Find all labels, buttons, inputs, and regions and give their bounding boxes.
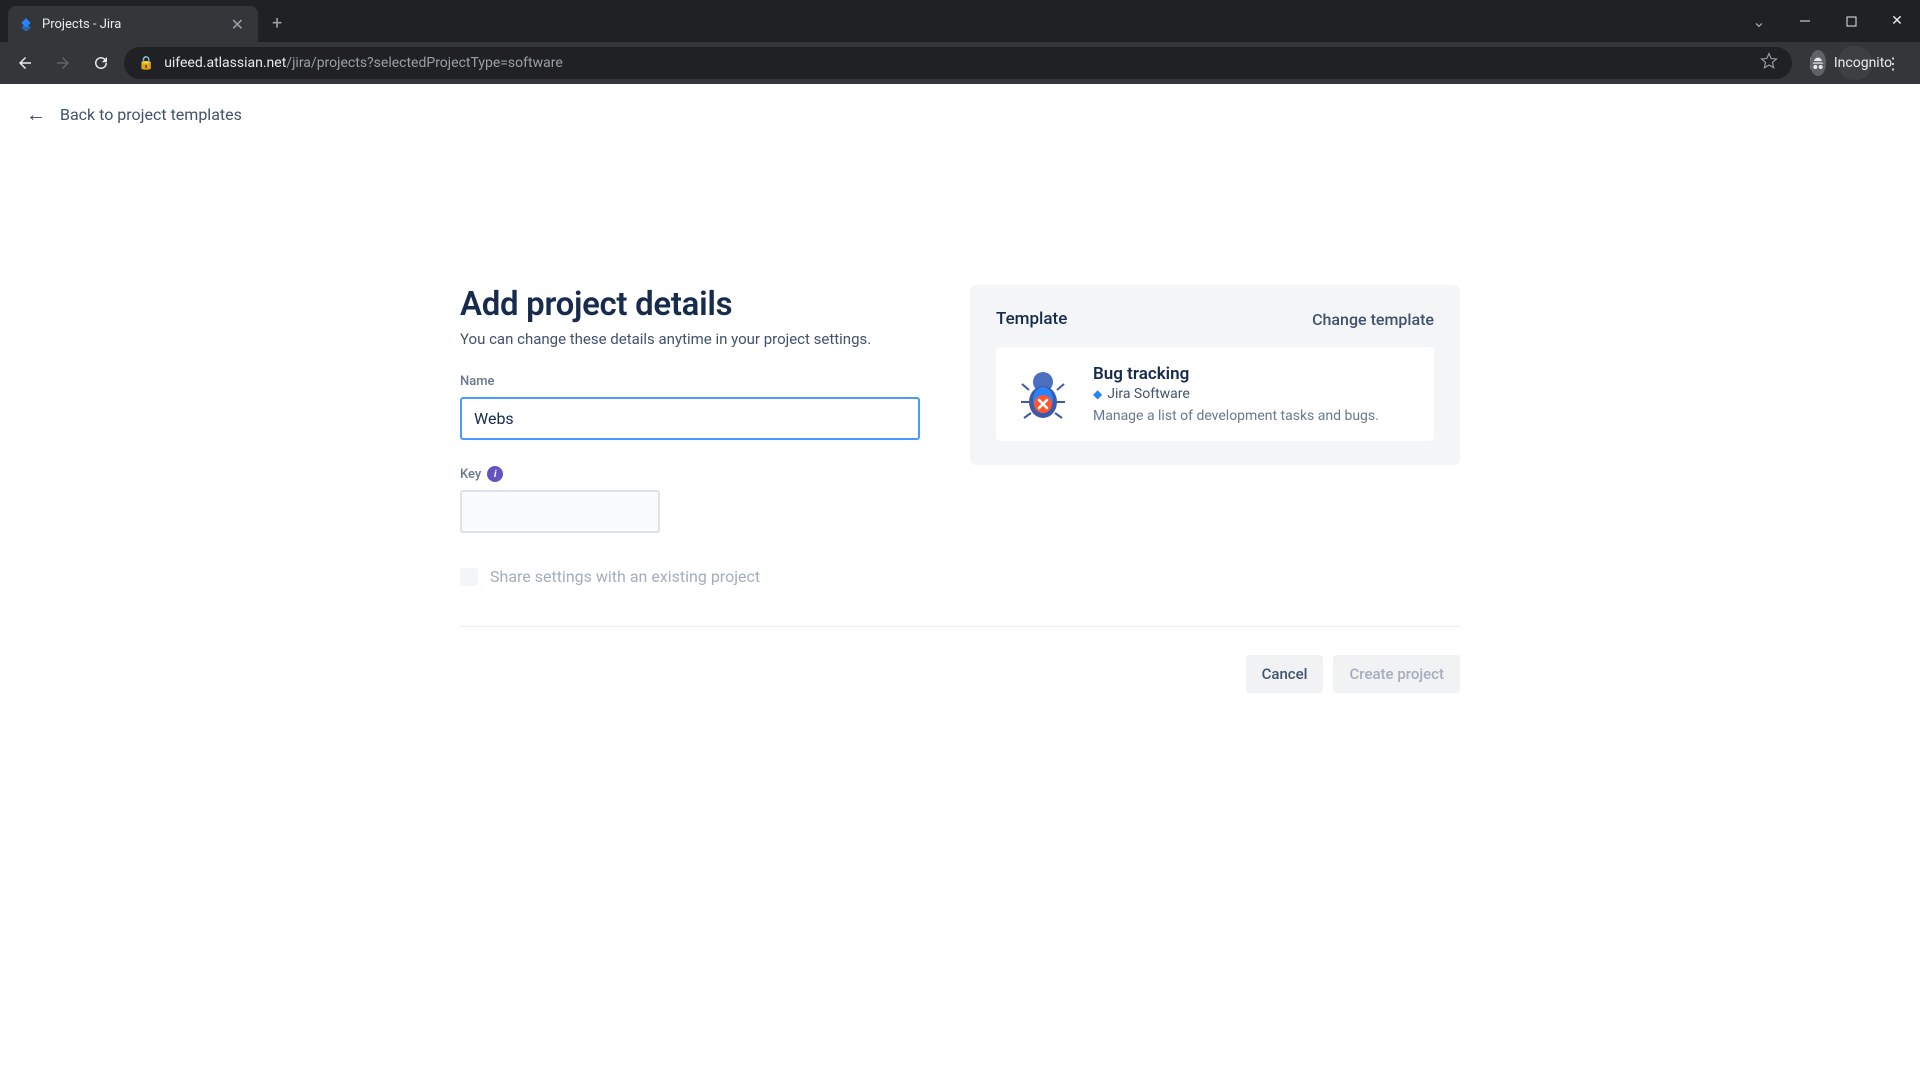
browser-titlebar: Projects - Jira ✕ + ⌄ ✕ <box>0 0 1920 42</box>
back-link-label: Back to project templates <box>60 105 242 124</box>
tab-favicon-icon <box>18 16 34 32</box>
project-key-input[interactable] <box>460 490 660 533</box>
url-text: uifeed.atlassian.net/jira/projects?selec… <box>164 55 563 71</box>
page-viewport: ← Back to project templates Add project … <box>0 84 1920 1080</box>
template-card: Template Change template <box>970 285 1460 465</box>
template-column: Template Change template <box>970 285 1460 586</box>
name-field-label: Name <box>460 374 920 389</box>
template-description: Manage a list of development tasks and b… <box>1093 408 1379 424</box>
bookmark-star-icon[interactable] <box>1760 52 1778 74</box>
share-settings-label: Share settings with an existing project <box>490 567 760 586</box>
key-field-label: Key i <box>460 466 920 482</box>
browser-menu-icon[interactable]: ⋮ <box>1876 46 1910 80</box>
incognito-badge[interactable]: Incognito <box>1838 46 1872 80</box>
window-close-icon[interactable]: ✕ <box>1874 5 1920 37</box>
cancel-button[interactable]: Cancel <box>1246 655 1324 693</box>
arrow-left-icon: ← <box>26 102 46 127</box>
template-section-label: Template <box>996 309 1067 329</box>
window-controls: ⌄ ✕ <box>1736 0 1920 42</box>
browser-back-button[interactable] <box>10 48 40 78</box>
change-template-button[interactable]: Change template <box>1312 310 1434 329</box>
incognito-icon <box>1810 50 1826 76</box>
browser-forward-button[interactable] <box>48 48 78 78</box>
new-tab-button[interactable]: + <box>258 5 296 42</box>
browser-reload-button[interactable] <box>86 48 116 78</box>
tab-title: Projects - Jira <box>42 17 219 32</box>
create-project-button[interactable]: Create project <box>1333 655 1460 693</box>
template-info: Bug tracking ◆ Jira Software Manage a li… <box>1093 364 1379 424</box>
bug-tracking-icon <box>1013 366 1073 422</box>
back-to-templates-link[interactable]: ← Back to project templates <box>0 84 268 145</box>
lock-icon: 🔒 <box>138 56 154 71</box>
browser-toolbar: 🔒 uifeed.atlassian.net/jira/projects?sel… <box>0 42 1920 84</box>
toolbar-end-icons: Incognito ⋮ <box>1800 46 1910 80</box>
share-settings-row: Share settings with an existing project <box>460 567 920 586</box>
template-name: Bug tracking <box>1093 364 1379 384</box>
share-settings-checkbox[interactable] <box>460 568 478 586</box>
jira-diamond-icon: ◆ <box>1093 387 1102 401</box>
template-body: Bug tracking ◆ Jira Software Manage a li… <box>996 347 1434 441</box>
info-icon[interactable]: i <box>487 466 503 482</box>
browser-url-bar[interactable]: 🔒 uifeed.atlassian.net/jira/projects?sel… <box>124 47 1792 79</box>
template-product: ◆ Jira Software <box>1093 386 1379 402</box>
project-name-input[interactable] <box>460 397 920 440</box>
action-bar: Cancel Create project <box>460 655 1460 753</box>
window-minimize-icon[interactable] <box>1782 5 1828 37</box>
browser-tab[interactable]: Projects - Jira ✕ <box>8 6 258 42</box>
main-content: Add project details You can change these… <box>440 285 1480 586</box>
page-title: Add project details <box>460 285 920 324</box>
tabs-dropdown-icon[interactable]: ⌄ <box>1736 5 1782 37</box>
tab-close-icon[interactable]: ✕ <box>227 13 248 36</box>
page-subtitle: You can change these details anytime in … <box>460 330 920 348</box>
divider <box>460 626 1460 627</box>
form-column: Add project details You can change these… <box>460 285 920 586</box>
window-maximize-icon[interactable] <box>1828 5 1874 37</box>
